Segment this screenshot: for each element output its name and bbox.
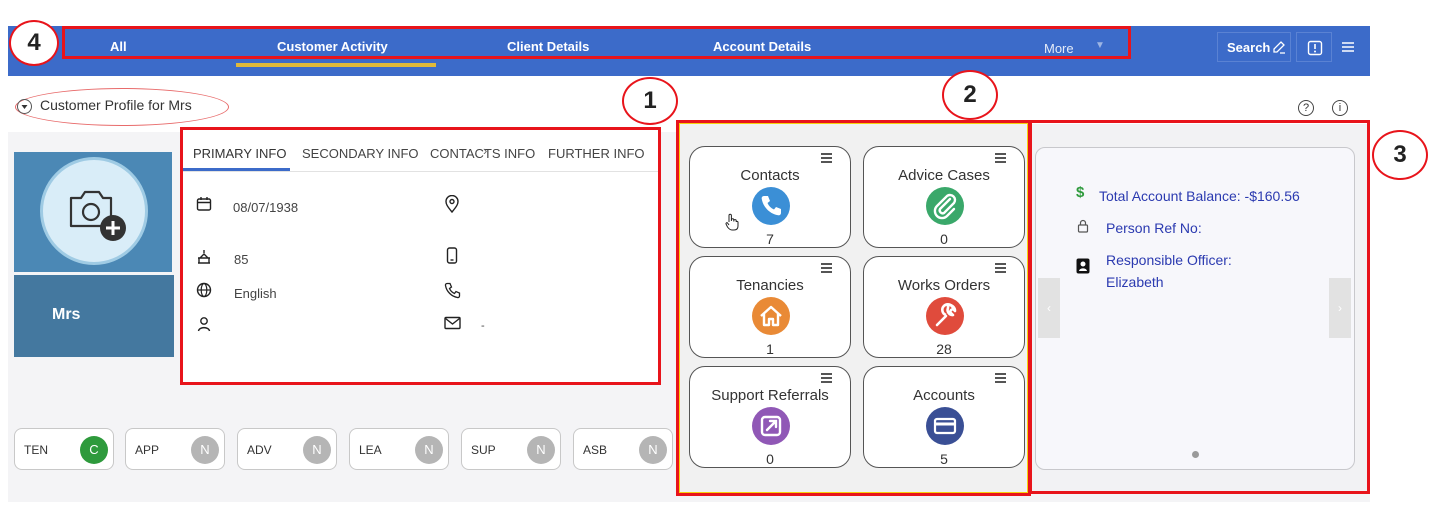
chip-badge: N — [527, 436, 555, 464]
chip-label: SUP — [471, 443, 496, 457]
annotation-marker-1: 1 — [622, 77, 678, 125]
chip-label: ASB — [583, 443, 608, 457]
chip-badge: N — [303, 436, 331, 464]
active-tab-indicator — [236, 63, 436, 67]
chip-badge: N — [415, 436, 443, 464]
status-chip-ten[interactable]: TEN C — [14, 428, 114, 470]
customer-name-box: Mrs — [14, 275, 174, 357]
info-icon[interactable]: i — [1332, 100, 1348, 116]
alert-icon — [1307, 40, 1323, 56]
annotation-box-1 — [180, 127, 661, 385]
chip-badge: C — [80, 436, 108, 464]
chip-badge: N — [191, 436, 219, 464]
chip-badge: N — [639, 436, 667, 464]
annotation-marker-4: 4 — [9, 20, 59, 66]
help-icon[interactable]: ? — [1298, 100, 1314, 116]
add-photo-icon — [69, 190, 126, 241]
search-label: Search — [1227, 40, 1271, 55]
status-chip-lea[interactable]: LEA N — [349, 428, 449, 470]
alert-button[interactable] — [1296, 32, 1332, 62]
annotation-box-2 — [676, 120, 1031, 496]
page: All Customer Activity Client Details Acc… — [0, 0, 1440, 509]
status-chip-app[interactable]: APP N — [125, 428, 225, 470]
edit-icon — [1273, 41, 1285, 54]
avatar[interactable] — [14, 152, 172, 272]
chip-label: LEA — [359, 443, 382, 457]
search-button[interactable]: Search — [1217, 32, 1291, 62]
status-chip-sup[interactable]: SUP N — [461, 428, 561, 470]
annotation-marker-2: 2 — [942, 70, 998, 120]
chip-label: ADV — [247, 443, 272, 457]
chip-label: TEN — [24, 443, 48, 457]
annotation-marker-3: 3 — [1372, 130, 1428, 180]
collapse-toggle-icon[interactable] — [17, 99, 32, 114]
menu-icon — [1342, 42, 1354, 52]
chip-label: APP — [135, 443, 160, 457]
hamburger-button[interactable] — [1330, 32, 1366, 62]
status-chip-asb[interactable]: ASB N — [573, 428, 673, 470]
annotation-box-3 — [1029, 120, 1370, 494]
customer-name: Mrs — [52, 306, 81, 323]
page-title: Customer Profile for Mrs — [40, 97, 192, 113]
avatar-circle — [40, 157, 148, 265]
annotation-box-4 — [62, 26, 1131, 59]
status-chip-adv[interactable]: ADV N — [237, 428, 337, 470]
